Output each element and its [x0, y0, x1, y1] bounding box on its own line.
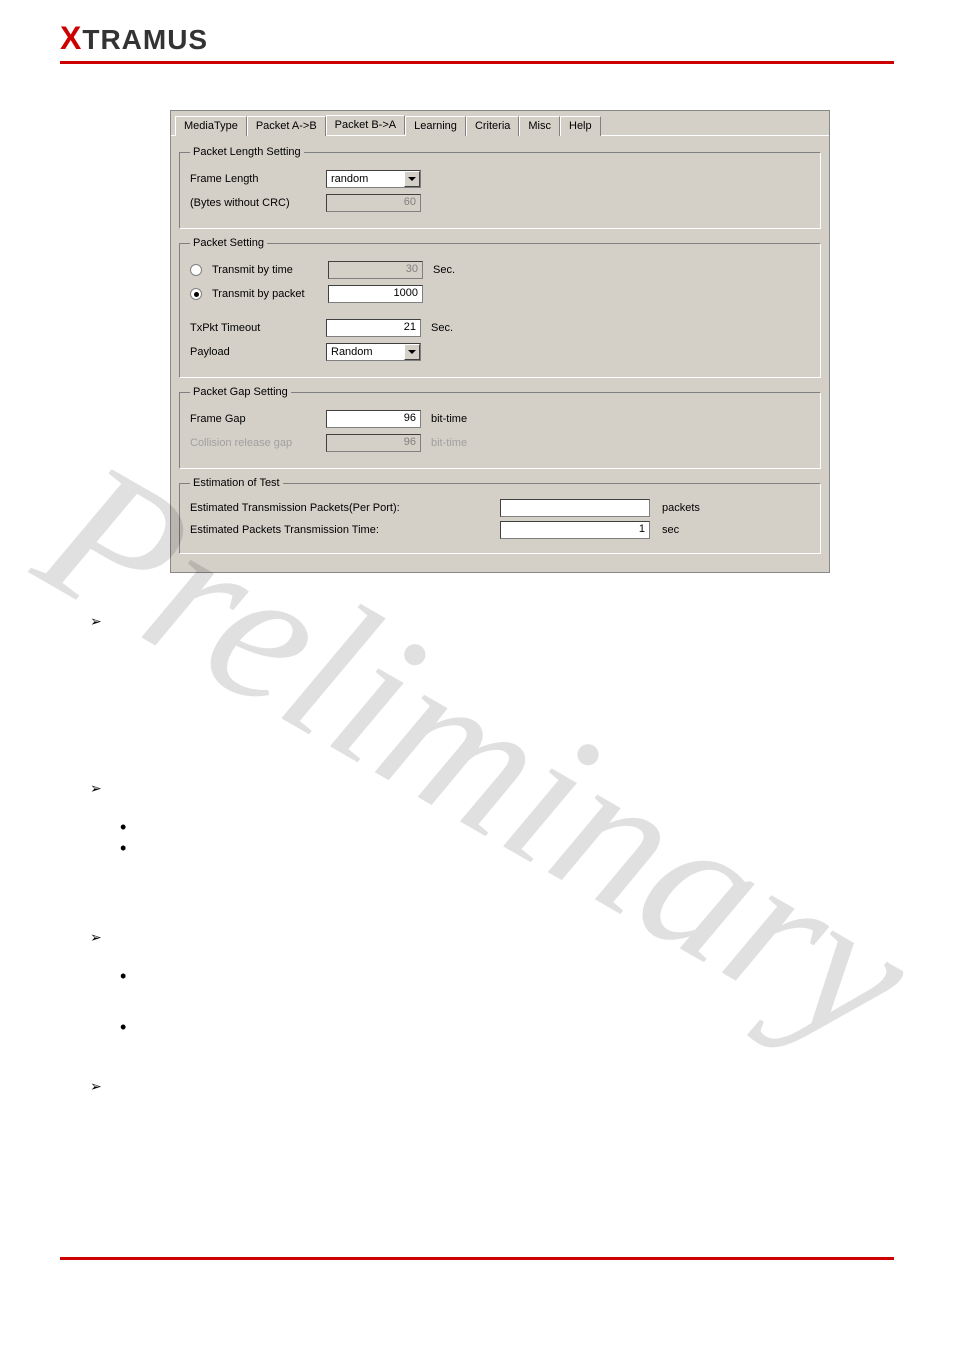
- group-packet-length: Packet Length Setting Frame Length rando…: [179, 146, 821, 229]
- payload-value: Random: [327, 345, 404, 359]
- chevron-down-icon[interactable]: [404, 344, 420, 360]
- tab-criteria[interactable]: Criteria: [466, 116, 519, 136]
- bullet-chevron-1: ➢: [90, 613, 864, 630]
- est-packets-label: Estimated Transmission Packets(Per Port)…: [190, 502, 500, 514]
- transmit-packet-label: Transmit by packet: [212, 288, 322, 300]
- group-estimation: Estimation of Test Estimated Transmissio…: [179, 477, 821, 554]
- transmit-time-radio[interactable]: [190, 264, 202, 276]
- footer-right: USM_NuApps-2889_V1.0: [767, 1278, 894, 1290]
- legend-packet-length: Packet Length Setting: [190, 146, 304, 158]
- footer: 16 / 51 USM_NuApps-2889_V1.0: [60, 1278, 894, 1290]
- collision-unit: bit-time: [431, 437, 467, 449]
- est-time-value: 1: [500, 521, 650, 539]
- tab-help[interactable]: Help: [560, 116, 601, 136]
- payload-select[interactable]: Random: [326, 343, 421, 361]
- bullet-chevron-2: ➢: [90, 780, 864, 797]
- group-packet-gap: Packet Gap Setting Frame Gap 96 bit-time…: [179, 386, 821, 469]
- est-packets-value: [500, 499, 650, 517]
- bullet-chevron-3: ➢: [90, 929, 864, 946]
- bullet-disc-4: •: [120, 1017, 864, 1038]
- bullet-disc-3: •: [120, 966, 864, 987]
- tab-strip: MediaType Packet A->B Packet B->A Learni…: [171, 111, 829, 135]
- collision-label: Collision release gap: [190, 437, 320, 449]
- tab-learning[interactable]: Learning: [405, 116, 466, 136]
- tab-misc[interactable]: Misc: [519, 116, 560, 136]
- txpkt-input[interactable]: 21: [326, 319, 421, 337]
- bullet-disc-1: •: [120, 817, 864, 838]
- legend-packet-gap: Packet Gap Setting: [190, 386, 291, 398]
- footer-divider: [60, 1257, 894, 1260]
- frame-gap-label: Frame Gap: [190, 413, 320, 425]
- est-time-label: Estimated Packets Transmission Time:: [190, 524, 500, 536]
- brand-rest: TRAMUS: [82, 24, 208, 55]
- group-packet-setting: Packet Setting Transmit by time 30 Sec. …: [179, 237, 821, 378]
- transmit-time-label: Transmit by time: [212, 264, 322, 276]
- legend-packet-setting: Packet Setting: [190, 237, 267, 249]
- transmit-packet-radio[interactable]: [190, 288, 202, 300]
- est-time-unit: sec: [662, 524, 679, 536]
- bytes-input: 60: [326, 194, 421, 212]
- frame-length-label: Frame Length: [190, 173, 320, 185]
- frame-length-select[interactable]: random: [326, 170, 421, 188]
- est-packets-unit: packets: [662, 502, 700, 514]
- txpkt-label: TxPkt Timeout: [190, 322, 320, 334]
- payload-label: Payload: [190, 346, 320, 358]
- txpkt-unit: Sec.: [431, 322, 453, 334]
- settings-dialog: MediaType Packet A->B Packet B->A Learni…: [170, 110, 830, 573]
- bullet-chevron-4: ➢: [90, 1078, 864, 1095]
- frame-gap-input[interactable]: 96: [326, 410, 421, 428]
- frame-gap-unit: bit-time: [431, 413, 467, 425]
- legend-estimation: Estimation of Test: [190, 477, 283, 489]
- transmit-time-unit: Sec.: [433, 264, 455, 276]
- content-area: ➢ ➢ • • ➢ • • ➢: [0, 573, 954, 1095]
- bytes-label: (Bytes without CRC): [190, 197, 320, 209]
- tab-packet-b-a[interactable]: Packet B->A: [326, 115, 405, 135]
- chevron-down-icon[interactable]: [404, 171, 420, 187]
- brand-logo: XTRAMUS: [60, 24, 208, 55]
- collision-input: 96: [326, 434, 421, 452]
- tab-body: Packet Length Setting Frame Length rando…: [171, 135, 829, 572]
- footer-left: 16 / 51: [60, 1278, 94, 1290]
- transmit-time-input: 30: [328, 261, 423, 279]
- transmit-packet-input[interactable]: 1000: [328, 285, 423, 303]
- frame-length-value: random: [327, 172, 404, 186]
- tab-mediatype[interactable]: MediaType: [175, 116, 247, 136]
- tab-packet-a-b[interactable]: Packet A->B: [247, 116, 326, 136]
- bullet-disc-2: •: [120, 838, 864, 859]
- page-title: 6.5.16.3. Packet B->A: [0, 64, 954, 110]
- brand-x: X: [60, 20, 82, 56]
